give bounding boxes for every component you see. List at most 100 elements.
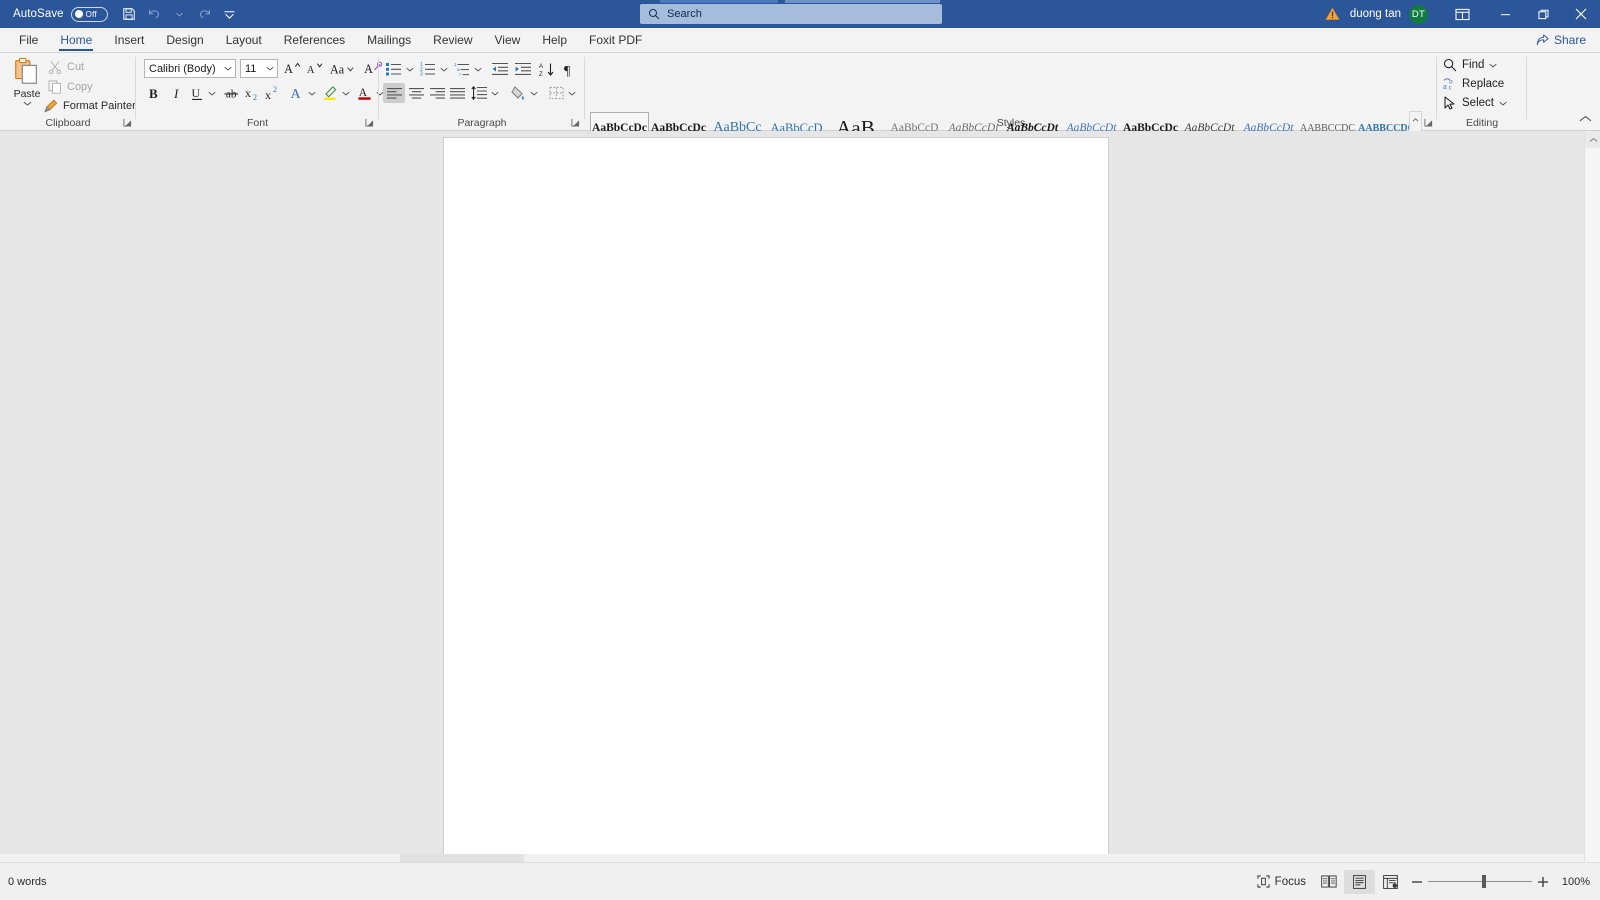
- zoom-out-button[interactable]: [1406, 871, 1428, 893]
- undo-dropdown-arrow-icon[interactable]: [168, 3, 191, 25]
- print-layout-button[interactable]: [1344, 870, 1375, 894]
- tab-foxit-pdf[interactable]: Foxit PDF: [578, 27, 653, 52]
- text-highlight-color-button[interactable]: [320, 83, 341, 103]
- styles-dialog-launcher[interactable]: [1423, 117, 1434, 128]
- text-effects-dropdown-arrow-icon[interactable]: [306, 83, 318, 103]
- increase-indent-button[interactable]: [512, 59, 534, 79]
- numbering-dropdown-arrow-icon[interactable]: [438, 59, 450, 79]
- focus-button[interactable]: Focus: [1250, 872, 1313, 891]
- numbering-button[interactable]: 123: [417, 59, 439, 79]
- minimize-button[interactable]: [1486, 0, 1524, 28]
- vertical-scrollbar-thumb[interactable]: [1586, 149, 1600, 861]
- document-page[interactable]: [443, 137, 1109, 865]
- autosave-toggle[interactable]: Off: [71, 7, 108, 22]
- tab-design[interactable]: Design: [155, 27, 214, 52]
- shading-dropdown-arrow-icon[interactable]: [528, 83, 540, 103]
- undo-button[interactable]: [143, 3, 166, 25]
- change-case-button[interactable]: Aa: [328, 59, 358, 78]
- line-spacing-dropdown-arrow-icon[interactable]: [489, 83, 501, 103]
- tab-insert[interactable]: Insert: [103, 27, 155, 52]
- clipboard-dialog-launcher[interactable]: [122, 117, 133, 128]
- bold-button[interactable]: B: [144, 83, 165, 103]
- collapse-ribbon-button[interactable]: [1579, 110, 1592, 128]
- borders-dropdown-arrow-icon[interactable]: [566, 83, 578, 103]
- scroll-up-button[interactable]: [1585, 131, 1600, 148]
- tab-help[interactable]: Help: [531, 27, 578, 52]
- grow-font-button[interactable]: A: [282, 59, 303, 78]
- find-dropdown-arrow-icon[interactable]: [1489, 63, 1497, 68]
- vertical-scrollbar[interactable]: [1584, 131, 1600, 862]
- tab-references[interactable]: References: [273, 27, 356, 52]
- read-mode-button[interactable]: [1313, 870, 1344, 894]
- paste-button[interactable]: Paste: [8, 57, 46, 106]
- font-size-input[interactable]: 11: [240, 59, 278, 78]
- italic-button[interactable]: I: [166, 83, 187, 103]
- justify-button[interactable]: [446, 83, 468, 103]
- format-painter-button[interactable]: Format Painter: [44, 99, 136, 113]
- paste-dropdown-arrow-icon[interactable]: [23, 101, 32, 106]
- horizontal-scrollbar[interactable]: [0, 854, 1584, 862]
- tab-mailings[interactable]: Mailings: [356, 27, 422, 52]
- account-name[interactable]: duong tan: [1350, 8, 1401, 20]
- select-dropdown-arrow-icon[interactable]: [1499, 101, 1507, 106]
- title-bar-accent-left: [660, 0, 778, 3]
- decrease-indent-button[interactable]: [489, 59, 511, 79]
- shrink-font-button[interactable]: A: [304, 59, 325, 78]
- font-name-dropdown-arrow-icon[interactable]: [224, 66, 232, 71]
- bullets-button[interactable]: [383, 59, 405, 79]
- highlight-dropdown-arrow-icon[interactable]: [340, 83, 352, 103]
- tab-home[interactable]: Home: [49, 27, 103, 52]
- strikethrough-button[interactable]: ab: [220, 83, 242, 103]
- text-effects-button[interactable]: A: [286, 83, 307, 103]
- sort-button[interactable]: AZ: [536, 59, 558, 79]
- horizontal-scrollbar-thumb[interactable]: [400, 854, 524, 862]
- tab-view[interactable]: View: [484, 27, 532, 52]
- replace-button[interactable]: abc Replace: [1443, 77, 1504, 91]
- styles-scroll-up-button[interactable]: [1410, 112, 1421, 128]
- warning-icon[interactable]: [1325, 7, 1340, 21]
- tab-file[interactable]: File: [8, 27, 49, 52]
- underline-dropdown-arrow-icon[interactable]: [206, 83, 218, 103]
- subscript-button[interactable]: x2: [242, 83, 263, 103]
- select-button[interactable]: Select: [1443, 96, 1507, 110]
- shading-button[interactable]: [507, 83, 529, 103]
- align-left-button[interactable]: [383, 83, 405, 103]
- redo-button[interactable]: [193, 3, 216, 25]
- close-button[interactable]: [1562, 0, 1600, 28]
- center-button[interactable]: [405, 83, 427, 103]
- web-layout-button[interactable]: [1375, 870, 1406, 894]
- multilevel-list-button[interactable]: 1ai: [451, 59, 473, 79]
- autosave-control[interactable]: AutoSave Off: [13, 7, 108, 22]
- zoom-slider[interactable]: [1428, 871, 1532, 893]
- zoom-in-button[interactable]: [1532, 871, 1554, 893]
- font-size-dropdown-arrow-icon[interactable]: [266, 66, 274, 71]
- zoom-level[interactable]: 100%: [1554, 876, 1590, 888]
- avatar[interactable]: DT: [1409, 5, 1428, 24]
- save-button[interactable]: [118, 3, 141, 25]
- cut-button[interactable]: Cut: [48, 60, 84, 74]
- font-dialog-launcher[interactable]: [364, 117, 375, 128]
- show-formatting-marks-button[interactable]: ¶: [559, 59, 581, 79]
- align-right-button[interactable]: [426, 83, 448, 103]
- borders-button[interactable]: [545, 83, 567, 103]
- tab-review[interactable]: Review: [422, 27, 483, 52]
- restore-button[interactable]: [1524, 0, 1562, 28]
- customize-quick-access-toolbar-button[interactable]: [218, 3, 241, 25]
- line-spacing-button[interactable]: [468, 83, 490, 103]
- font-name-input[interactable]: Calibri (Body): [144, 59, 236, 78]
- bullets-dropdown-arrow-icon[interactable]: [404, 59, 416, 79]
- zoom-slider-thumb[interactable]: [1482, 875, 1486, 888]
- search-box[interactable]: Search: [640, 4, 942, 24]
- paragraph-dialog-launcher[interactable]: [570, 117, 581, 128]
- find-button[interactable]: Find: [1443, 58, 1497, 72]
- copy-button[interactable]: Copy: [48, 80, 93, 94]
- font-color-button[interactable]: A: [354, 83, 375, 103]
- ribbon-display-options-button[interactable]: [1442, 0, 1482, 28]
- multilevel-dropdown-arrow-icon[interactable]: [472, 59, 484, 79]
- word-count[interactable]: 0 words: [8, 876, 47, 888]
- share-button[interactable]: Share: [1530, 31, 1592, 49]
- superscript-button[interactable]: x2: [262, 83, 283, 103]
- underline-button[interactable]: U: [186, 83, 207, 103]
- search-input[interactable]: Search: [667, 8, 702, 20]
- tab-layout[interactable]: Layout: [215, 27, 273, 52]
